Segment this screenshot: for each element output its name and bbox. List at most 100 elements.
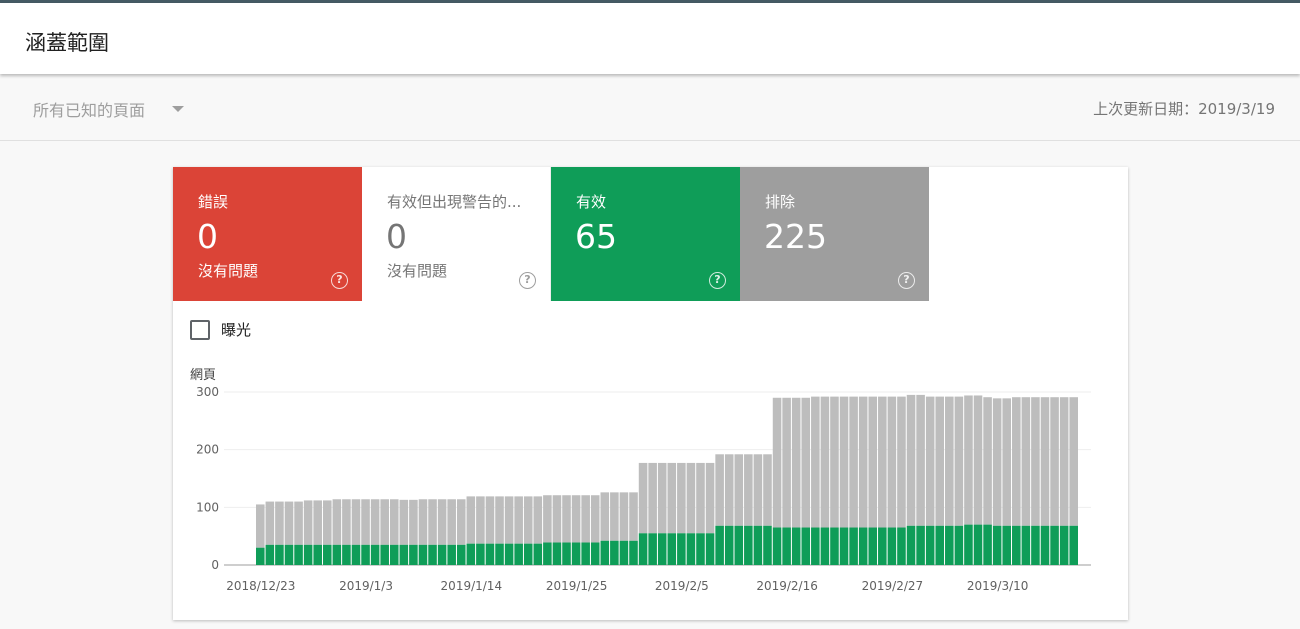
bar-excluded [648, 462, 657, 534]
impressions-toggle[interactable]: 曝光 [190, 319, 251, 340]
bar-excluded [476, 496, 485, 544]
bar-excluded [763, 454, 772, 526]
bar-valid [619, 540, 629, 565]
bar-valid [878, 527, 887, 565]
bar-valid [744, 525, 753, 565]
bar-valid [763, 525, 772, 565]
x-tick-label: 2019/2/16 [756, 579, 818, 593]
bar-excluded [887, 396, 897, 528]
bar-valid [284, 544, 294, 565]
bar-valid [1031, 525, 1040, 565]
header: 涵蓋範圍 [0, 3, 1300, 74]
bar-excluded [610, 492, 619, 541]
bar-valid [294, 544, 303, 565]
bar-valid [610, 540, 619, 565]
bar-excluded [858, 396, 868, 528]
bar-excluded [456, 499, 466, 545]
help-icon[interactable]: ? [898, 272, 915, 289]
filter-bar: 所有已知的頁面 上次更新日期：2019/3/19 [0, 74, 1300, 141]
bar-valid [964, 524, 973, 565]
bar-valid [629, 540, 638, 565]
tile-excluded[interactable]: 排除 225 ? [740, 167, 929, 301]
bar-valid [322, 544, 332, 565]
bar-valid [906, 525, 916, 565]
bar-excluded [734, 454, 744, 526]
bar-valid [389, 544, 399, 565]
bar-valid [1002, 525, 1012, 565]
bar-excluded [897, 396, 906, 528]
bar-valid [897, 527, 906, 565]
bar-excluded [275, 501, 284, 545]
bar-valid [849, 527, 858, 565]
bar-excluded [830, 396, 839, 528]
bar-excluded [715, 454, 724, 526]
tile-error[interactable]: 錯誤 0 沒有問題 ? [173, 167, 362, 301]
tile-valid[interactable]: 有效 65 ? [551, 167, 740, 301]
bar-valid [715, 525, 724, 565]
bar-excluded [677, 462, 686, 534]
impressions-checkbox[interactable] [190, 319, 210, 340]
bar-excluded [772, 397, 782, 528]
bar-valid [724, 525, 734, 565]
bar-valid [734, 525, 744, 565]
x-tick-label: 2019/1/25 [546, 579, 608, 593]
bar-valid [332, 544, 342, 565]
bar-valid [992, 525, 1002, 565]
bar-valid [275, 544, 284, 565]
x-tick-label: 2019/2/27 [862, 579, 924, 593]
help-icon[interactable]: ? [519, 272, 536, 289]
bar-excluded [849, 396, 858, 528]
bar-valid [418, 544, 428, 565]
y-tick-label: 0 [211, 558, 219, 572]
bar-excluded [1059, 397, 1069, 526]
tile-label: 排除 [765, 193, 796, 211]
tile-valid-with-warnings[interactable]: 有效但出現警告的... 0 沒有問題 ? [362, 167, 551, 301]
bar-excluded [322, 500, 332, 545]
bar-excluded [1040, 397, 1050, 526]
tile-count: 0 [386, 217, 407, 256]
bar-excluded [935, 396, 945, 526]
bar-valid [801, 527, 811, 565]
bar-excluded [533, 496, 543, 544]
help-icon[interactable]: ? [331, 272, 348, 289]
bar-excluded [380, 499, 389, 545]
bar-excluded [447, 499, 456, 545]
bar-valid [351, 544, 361, 565]
bar-valid [1069, 525, 1078, 565]
bar-excluded [791, 397, 801, 528]
tile-subtitle: 沒有問題 [387, 262, 448, 280]
bar-excluded [313, 500, 322, 545]
impressions-label: 曝光 [221, 321, 252, 339]
bar-excluded [906, 394, 916, 526]
tile-count: 65 [575, 217, 617, 256]
bar-excluded [332, 499, 342, 545]
bar-valid [514, 543, 523, 565]
bar-valid [504, 543, 514, 565]
bar-valid [456, 544, 466, 565]
tile-label: 錯誤 [198, 193, 229, 211]
bar-excluded [1050, 397, 1059, 526]
bar-valid [887, 527, 897, 565]
bar-valid [696, 533, 705, 565]
bar-excluded [744, 454, 753, 526]
bar-excluded [342, 499, 351, 545]
bar-valid [983, 524, 992, 565]
bar-excluded [466, 496, 476, 544]
bar-valid [581, 542, 590, 565]
bar-excluded [495, 496, 504, 544]
bar-excluded [820, 396, 830, 528]
page-filter-dropdown[interactable]: 所有已知的頁面 [33, 97, 185, 121]
bar-excluded [696, 462, 705, 534]
bar-valid [495, 543, 504, 565]
help-icon[interactable]: ? [709, 272, 726, 289]
bar-valid [1050, 525, 1059, 565]
bar-excluded [562, 495, 571, 543]
bar-valid [399, 544, 409, 565]
bar-excluded [409, 499, 418, 545]
bar-valid [954, 525, 964, 565]
bar-excluded [389, 499, 399, 545]
bar-excluded [667, 462, 677, 534]
bar-excluded [868, 396, 878, 528]
last-updated-date: 上次更新日期：2019/3/19 [1093, 100, 1275, 118]
bar-excluded [945, 396, 954, 526]
